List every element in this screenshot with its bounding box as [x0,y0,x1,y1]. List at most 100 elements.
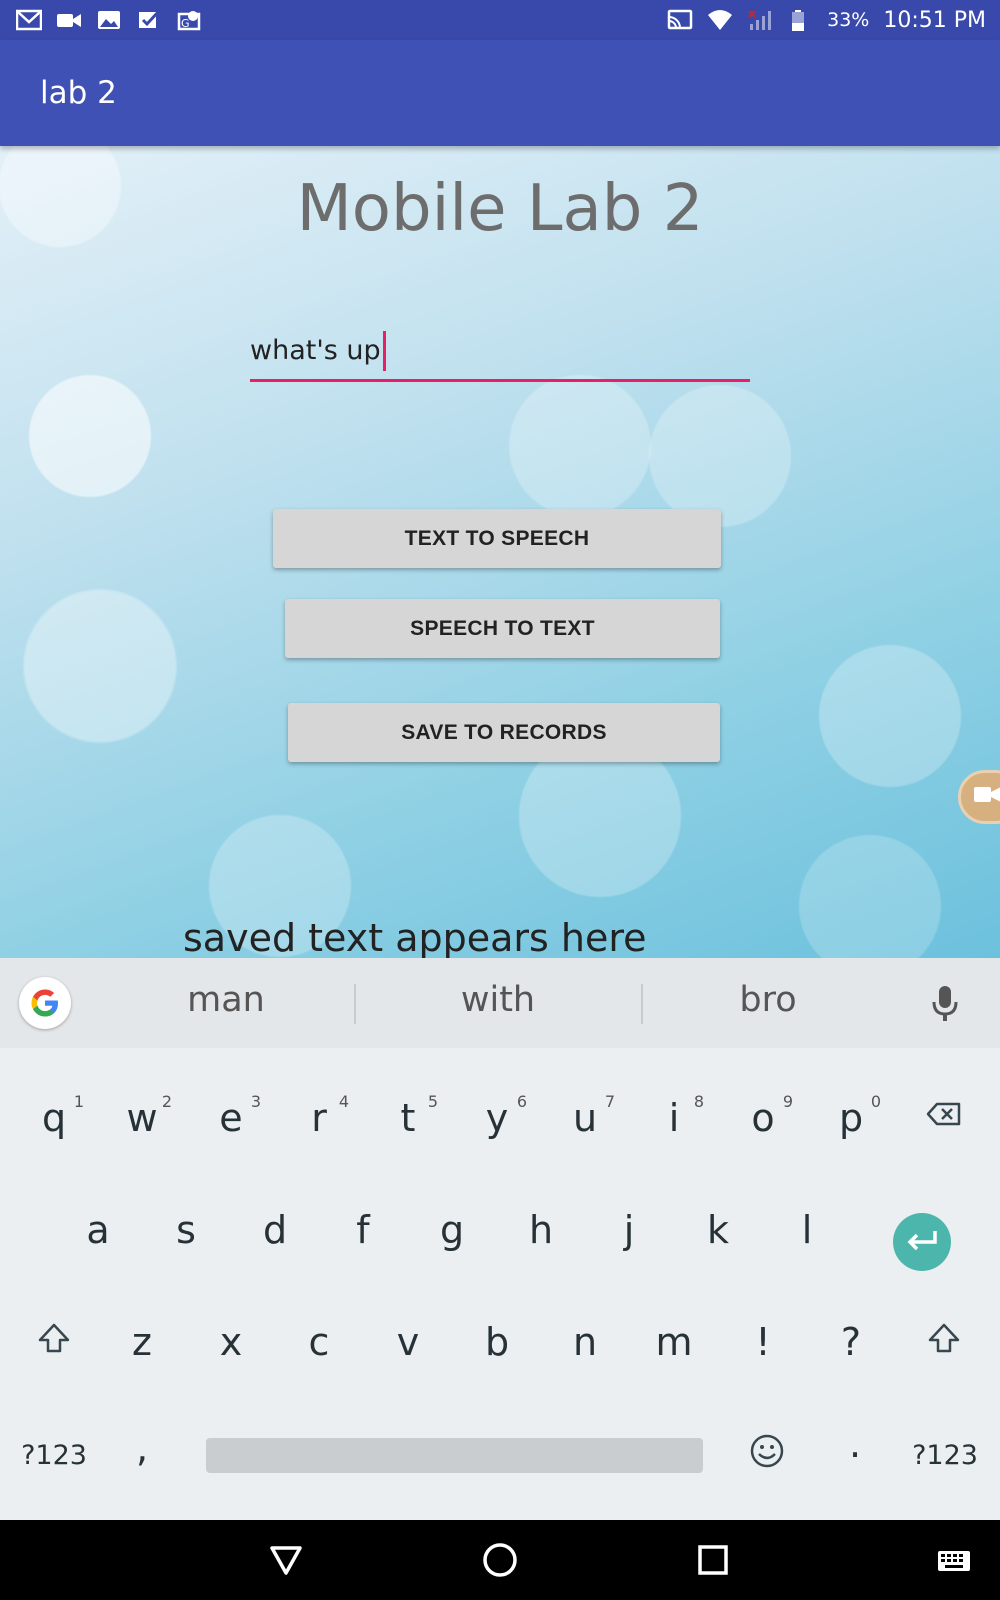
signal-icon [747,9,773,31]
tasks-icon [136,9,162,31]
key-t[interactable]: t5 [368,1068,448,1168]
emoji-key[interactable] [727,1405,807,1505]
key-question[interactable]: ? [811,1292,891,1392]
key-y[interactable]: y6 [457,1068,537,1168]
gallery-icon [96,9,122,31]
key-m[interactable]: m [634,1292,714,1392]
key-f[interactable]: f [323,1180,403,1280]
suggestion-2[interactable]: with [398,980,598,1020]
key-hint: 7 [604,1092,615,1111]
notification-icons: G [16,9,202,31]
key-hint: 0 [870,1092,881,1111]
backspace-icon [926,1096,962,1141]
key-period[interactable]: · [815,1405,895,1505]
key-w[interactable]: w2 [102,1068,182,1168]
key-u[interactable]: u7 [545,1068,625,1168]
key-label: e [219,1096,243,1140]
navigation-bar [0,1520,1000,1600]
text-input[interactable]: what's up [250,322,750,382]
maps-icon: G [176,9,202,31]
save-to-records-button[interactable]: SAVE TO RECORDS [288,703,720,762]
video-camera-icon [56,9,82,31]
key-b[interactable]: b [457,1292,537,1392]
key-hint: 1 [73,1092,84,1111]
microphone-icon[interactable] [930,984,960,1024]
key-hint: 3 [250,1092,261,1111]
key-label: w [126,1096,158,1140]
battery-level: 33% [827,9,870,31]
backspace-key[interactable] [904,1068,984,1168]
recents-icon[interactable] [693,1540,733,1580]
suggestion-divider [354,984,356,1024]
clock: 10:51 PM [883,7,986,33]
key-label: q [41,1096,67,1140]
key-i[interactable]: i8 [634,1068,714,1168]
key-p[interactable]: p0 [811,1068,891,1168]
key-comma[interactable]: , [102,1398,182,1498]
key-c[interactable]: c [279,1292,359,1392]
smiley-icon [749,1433,785,1478]
key-n[interactable]: n [545,1292,625,1392]
key-j[interactable]: j [589,1180,669,1280]
enter-icon [905,1228,939,1257]
suggestion-1[interactable]: man [126,980,326,1020]
svg-text:G: G [181,17,190,30]
key-g[interactable]: g [412,1180,492,1280]
key-e[interactable]: e3 [191,1068,271,1168]
key-label: p [838,1096,864,1140]
key-v[interactable]: v [368,1292,448,1392]
suggestion-strip: man with bro [0,958,1000,1048]
key-label: t [400,1096,416,1140]
key-label: o [751,1096,775,1140]
key-x[interactable]: x [191,1292,271,1392]
shift-icon [36,1320,72,1365]
key-hint: 6 [516,1092,527,1111]
video-call-bubble[interactable] [958,770,1000,824]
back-icon[interactable] [266,1540,306,1580]
key-q[interactable]: q1 [14,1068,94,1168]
key-r[interactable]: r4 [279,1068,359,1168]
key-z[interactable]: z [102,1292,182,1392]
wifi-icon [707,9,733,31]
google-icon[interactable] [19,977,71,1029]
suggestion-divider [641,984,643,1024]
enter-key[interactable] [893,1213,951,1271]
text-to-speech-button[interactable]: TEXT TO SPEECH [273,509,721,568]
keyboard-switch-icon[interactable] [936,1540,972,1580]
key-s[interactable]: s [146,1180,226,1280]
gmail-icon [16,9,42,31]
key-d[interactable]: d [235,1180,315,1280]
shift-key-left[interactable] [14,1292,94,1392]
battery-icon [787,9,813,31]
cast-icon [667,9,693,31]
symbols-key[interactable]: ?123 [14,1405,94,1505]
key-label: y [485,1096,509,1140]
key-label: r [311,1096,327,1140]
on-screen-keyboard: man with bro q1 w2 e3 r4 t5 y6 u7 i8 o9 … [0,958,1000,1520]
app-title: lab 2 [40,75,117,111]
speech-to-text-button[interactable]: SPEECH TO TEXT [285,599,720,658]
text-input-value: what's up [250,335,381,366]
system-icons: 33% 10:51 PM [667,8,986,33]
saved-text-label: saved text appears here [183,916,647,958]
shift-icon [926,1320,962,1365]
main-content: Mobile Lab 2 what's up TEXT TO SPEECH SP… [0,146,1000,958]
key-l[interactable]: l [767,1180,847,1280]
key-label: i [668,1096,680,1140]
page-title: Mobile Lab 2 [296,172,704,246]
key-hint: 4 [338,1092,349,1111]
key-o[interactable]: o9 [723,1068,803,1168]
key-hint: 2 [161,1092,172,1111]
key-k[interactable]: k [678,1180,758,1280]
key-hint: 5 [427,1092,438,1111]
shift-key-right[interactable] [904,1292,984,1392]
key-h[interactable]: h [501,1180,581,1280]
suggestion-3[interactable]: bro [668,980,868,1020]
key-a[interactable]: a [58,1180,138,1280]
spacebar[interactable] [206,1438,703,1473]
symbols-key-right[interactable]: ?123 [905,1405,985,1505]
key-exclamation[interactable]: ! [723,1292,803,1392]
text-cursor [382,330,386,371]
home-icon[interactable] [480,1540,520,1580]
video-camera-icon [973,783,1000,812]
